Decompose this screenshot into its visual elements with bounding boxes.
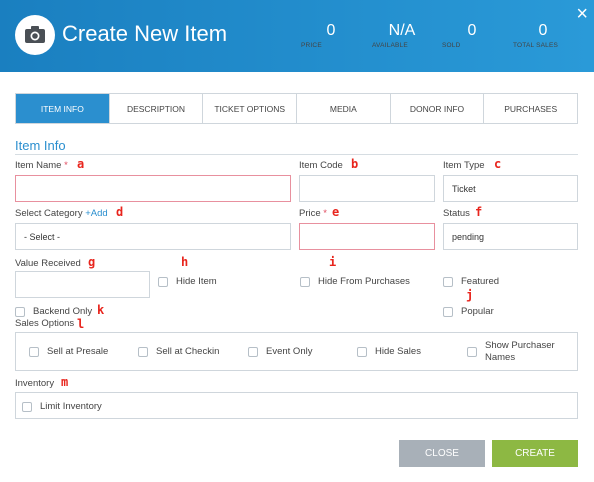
item-name-label: Item Name * [15,160,68,171]
checkbox-box[interactable] [138,346,148,357]
stat-available: N/A AVAILABLE [372,22,432,50]
stat-sold: 0 SOLD [442,22,502,50]
stat-total-sales-value: 0 [538,22,548,39]
limit-inventory-label: Limit Inventory [40,401,102,412]
stat-total-sales-label: TOTAL SALES [513,42,559,49]
tab-ticket-options[interactable]: TICKET OPTIONS [203,94,298,123]
hide-from-purchases-checkbox[interactable]: Hide From Purchases [300,276,410,287]
close-icon[interactable]: × [576,4,588,24]
limit-inventory-checkbox[interactable]: Limit Inventory [22,401,102,412]
stat-sold-value: 0 [467,22,477,39]
popular-checkbox[interactable]: Popular [443,306,494,317]
annotation-d: d [116,205,124,219]
annotation-g: g [88,255,96,269]
item-code-input[interactable] [299,175,435,202]
featured-label: Featured [461,276,500,287]
stat-price: 0 PRICE [301,22,361,50]
tab-purchases[interactable]: PURCHASES [484,94,577,123]
event-only-checkbox[interactable]: Event Only [248,346,312,357]
section-divider [15,154,578,155]
annotation-e: e [332,205,340,219]
status-label: Status [443,208,470,219]
price-label-text: Price [299,208,321,219]
checkbox-box[interactable] [357,346,367,357]
stat-price-label: PRICE [301,42,322,49]
hide-sales-checkbox[interactable]: Hide Sales [357,346,421,357]
required-marker: * [323,208,327,219]
stat-sold-label: SOLD [442,42,461,49]
annotation-f: f [475,205,483,219]
tab-bar: ITEM INFO DESCRIPTION TICKET OPTIONS MED… [15,93,578,124]
hide-from-purchases-label: Hide From Purchases [318,276,410,287]
add-category-link[interactable]: +Add [85,208,107,219]
hide-item-checkbox[interactable]: Hide Item [158,276,217,287]
checkbox-box[interactable] [158,276,168,287]
create-button[interactable]: CREATE [492,440,578,467]
annotation-h: h [181,255,189,269]
show-purchaser-names-checkbox[interactable]: Show Purchaser Names [467,340,567,364]
backend-only-label: Backend Only [33,306,93,317]
stat-price-value: 0 [326,22,336,39]
sell-at-presale-label: Sell at Presale [47,346,109,357]
annotation-l: l [77,317,85,331]
required-marker: * [64,160,68,171]
hide-sales-label: Hide Sales [375,346,421,357]
camera-icon[interactable] [15,15,55,55]
item-type-select[interactable]: Ticket [443,175,578,202]
checkbox-box[interactable] [15,306,25,317]
tab-description[interactable]: DESCRIPTION [110,94,204,123]
item-name-input[interactable] [15,175,291,202]
category-label: Select Category +Add [15,208,108,219]
item-name-label-text: Item Name [15,160,62,171]
checkbox-box[interactable] [443,276,453,287]
checkbox-box[interactable] [248,346,258,357]
tab-media[interactable]: MEDIA [297,94,391,123]
status-select[interactable]: pending [443,223,578,250]
sell-at-checkin-checkbox[interactable]: Sell at Checkin [138,346,219,357]
value-received-input[interactable] [15,271,150,298]
tab-item-info[interactable]: ITEM INFO [16,94,110,123]
featured-checkbox[interactable]: Featured [443,276,499,287]
modal-header: Create New Item 0 PRICE N/A AVAILABLE 0 … [0,0,594,72]
backend-only-checkbox[interactable]: Backend Only [15,306,92,317]
sell-at-checkin-label: Sell at Checkin [156,346,220,357]
annotation-k: k [97,303,105,317]
checkbox-box[interactable] [443,306,453,317]
item-code-label: Item Code [299,160,343,171]
annotation-j: j [466,288,474,302]
annotation-m: m [61,375,69,389]
stat-total-sales: 0 TOTAL SALES [513,22,573,50]
sales-options-label: Sales Options [15,318,75,329]
modal-title: Create New Item [62,21,228,46]
price-label: Price * [299,208,327,219]
hide-item-label: Hide Item [176,276,217,287]
annotation-b: b [351,157,359,171]
item-type-label: Item Type [443,160,485,171]
category-label-text: Select Category [15,208,83,219]
annotation-i: i [329,255,337,269]
price-input[interactable] [299,223,435,250]
checkbox-box[interactable] [467,347,477,357]
value-received-label: Value Received [15,258,81,269]
popular-label: Popular [461,306,494,317]
close-button[interactable]: CLOSE [399,440,485,467]
stat-available-label: AVAILABLE [372,42,408,49]
checkbox-box[interactable] [300,276,310,287]
section-title: Item Info [15,138,66,153]
tab-donor-info[interactable]: DONOR INFO [391,94,485,123]
sell-at-presale-checkbox[interactable]: Sell at Presale [29,346,108,357]
checkbox-box[interactable] [22,401,32,412]
annotation-a: a [77,157,85,171]
checkbox-box[interactable] [29,346,39,357]
event-only-label: Event Only [266,346,313,357]
inventory-label: Inventory [15,378,55,389]
show-purchaser-names-label: Show Purchaser Names [485,340,555,363]
annotation-c: c [494,157,502,171]
stat-available-value: N/A [388,22,416,39]
category-select[interactable]: - Select - [15,223,291,250]
